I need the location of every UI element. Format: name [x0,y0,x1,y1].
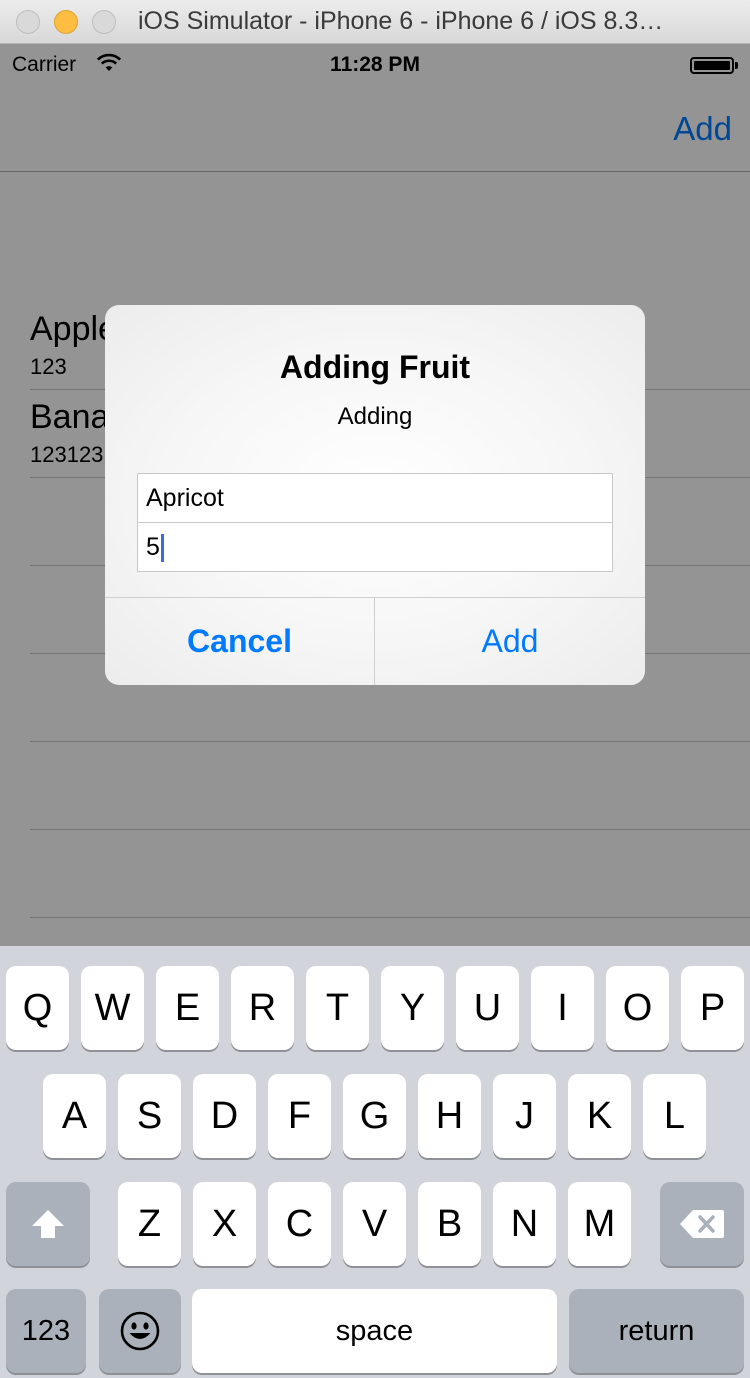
key-j[interactable]: J [493,1074,556,1158]
close-window-button[interactable] [16,10,40,34]
key-o[interactable]: O [606,966,669,1050]
key-b[interactable]: B [418,1182,481,1266]
key-y[interactable]: Y [381,966,444,1050]
return-key[interactable]: return [569,1289,744,1373]
key-l[interactable]: L [643,1074,706,1158]
key-f[interactable]: F [268,1074,331,1158]
keyboard: QWERTYUIOP ASDFGHJKL ZXCVBNM 123 space r… [0,946,750,1378]
key-d[interactable]: D [193,1074,256,1158]
key-s[interactable]: S [118,1074,181,1158]
key-i[interactable]: I [531,966,594,1050]
key-n[interactable]: N [493,1182,556,1266]
alert-title: Adding Fruit [279,349,471,385]
delete-key[interactable] [660,1182,744,1266]
key-v[interactable]: V [343,1182,406,1266]
key-e[interactable]: E [156,966,219,1050]
emoji-key[interactable] [99,1289,181,1373]
shift-icon [32,1210,64,1238]
minimize-window-button[interactable] [54,10,78,34]
shift-key[interactable] [6,1182,90,1266]
alert-buttons: Cancel Add [105,597,645,685]
key-w[interactable]: W [81,966,144,1050]
fruit-name-value: Apricot [146,484,224,512]
add-fruit-alert: Adding Fruit Adding Apricot 5 Cancel Add [105,305,645,685]
fruit-count-value: 5 [146,533,160,561]
key-u[interactable]: U [456,966,519,1050]
key-q[interactable]: Q [6,966,69,1050]
window-title: iOS Simulator - iPhone 6 - iPhone 6 / iO… [138,7,664,35]
fruit-name-field[interactable]: Apricot [137,473,613,523]
simulator-title-bar: iOS Simulator - iPhone 6 - iPhone 6 / iO… [0,0,750,44]
key-x[interactable]: X [193,1182,256,1266]
key-g[interactable]: G [343,1074,406,1158]
text-caret [160,534,164,563]
iphone-screen: Carrier 11:28 PM Add Apple 123 Banana 12… [0,44,750,1378]
key-z[interactable]: Z [118,1182,181,1266]
key-c[interactable]: C [268,1182,331,1266]
delete-icon [680,1210,724,1238]
numbers-key[interactable]: 123 [6,1289,86,1373]
zoom-window-button[interactable] [92,10,116,34]
fruit-count-field[interactable]: 5 [137,522,613,572]
key-p[interactable]: P [681,966,744,1050]
key-a[interactable]: A [43,1074,106,1158]
alert-message: Adding [337,403,413,430]
emoji-icon [120,1311,160,1351]
key-k[interactable]: K [568,1074,631,1158]
key-h[interactable]: H [418,1074,481,1158]
space-key[interactable]: space [192,1289,557,1373]
key-m[interactable]: M [568,1182,631,1266]
add-button[interactable]: Add [375,598,645,685]
key-t[interactable]: T [306,966,369,1050]
key-r[interactable]: R [231,966,294,1050]
cancel-button[interactable]: Cancel [105,598,375,685]
